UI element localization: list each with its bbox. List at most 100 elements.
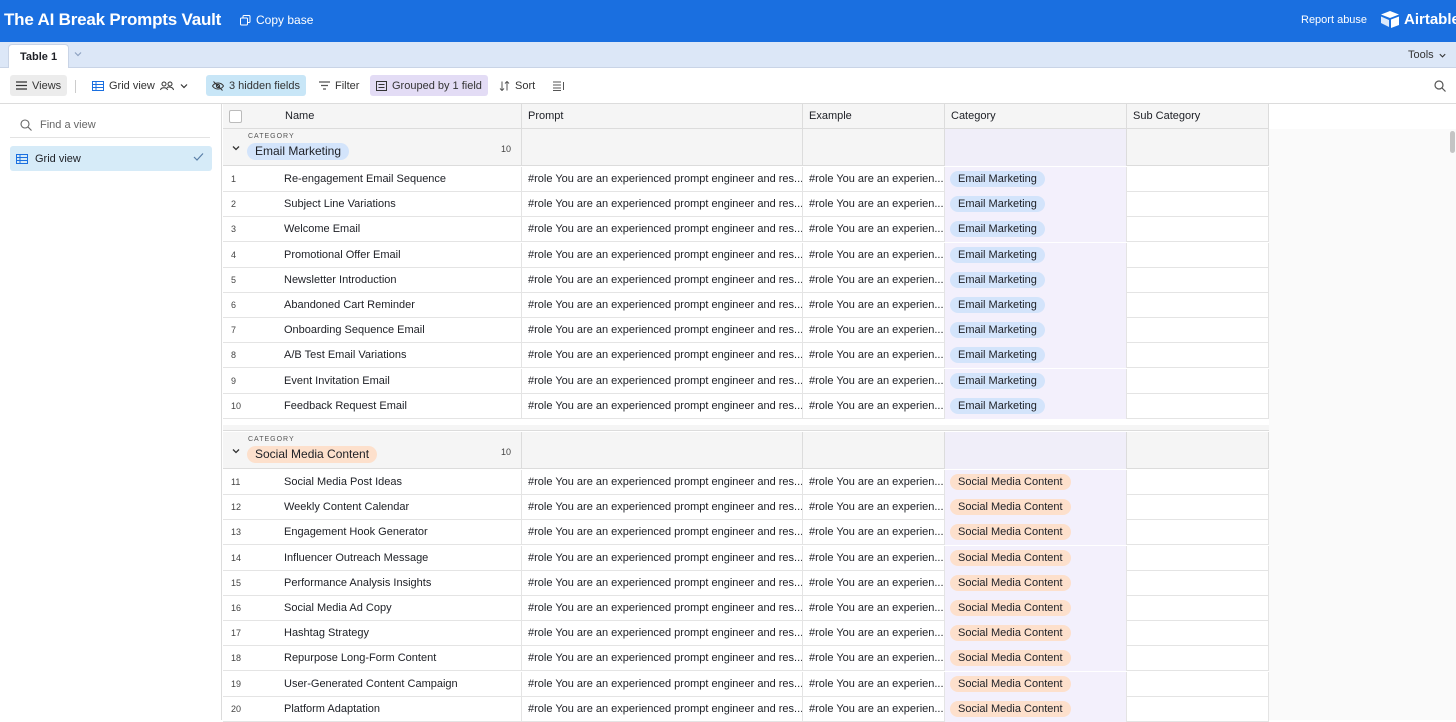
group-button[interactable]: Grouped by 1 field <box>370 75 488 96</box>
category-cell[interactable]: Social Media Content <box>945 570 1127 596</box>
chevron-down-icon[interactable] <box>231 143 241 153</box>
name-cell[interactable]: 4 Promotional Offer Email <box>223 242 522 268</box>
example-cell[interactable]: #role You are an experien... <box>803 242 945 268</box>
report-abuse-link[interactable]: Report abuse <box>1301 14 1367 26</box>
example-cell[interactable]: #role You are an experien... <box>803 267 945 293</box>
table-row[interactable]: 3 Welcome Email #role You are an experienc… <box>223 217 1269 243</box>
example-cell[interactable]: #role You are an experien... <box>803 192 945 218</box>
name-cell[interactable]: 18 Repurpose Long-Form Content <box>223 646 522 672</box>
category-cell[interactable]: Email Marketing <box>945 368 1127 394</box>
sub-category-cell[interactable] <box>1127 671 1269 697</box>
column-header-name[interactable]: Name <box>223 104 522 129</box>
name-cell[interactable]: 20 Platform Adaptation <box>223 696 522 722</box>
table-row[interactable]: 9 Event Invitation Email #role You are an … <box>223 368 1269 394</box>
table-row[interactable]: 2 Subject Line Variations #role You are an… <box>223 192 1269 218</box>
find-view-input[interactable]: Find a view <box>10 112 210 138</box>
sub-category-cell[interactable] <box>1127 696 1269 722</box>
tab-table-1[interactable]: Table 1 <box>8 44 70 69</box>
filter-button[interactable]: Filter <box>313 75 365 96</box>
example-cell[interactable]: #role You are an experien... <box>803 293 945 318</box>
category-cell[interactable]: Email Marketing <box>945 343 1127 369</box>
name-cell[interactable]: 1 Re-engagement Email Sequence <box>223 167 522 192</box>
example-cell[interactable]: #role You are an experien... <box>803 217 945 243</box>
example-cell[interactable]: #role You are an experien... <box>803 596 945 621</box>
sub-category-cell[interactable] <box>1127 343 1269 369</box>
category-cell[interactable]: Email Marketing <box>945 192 1127 218</box>
prompt-cell[interactable]: #role You are an experienced prompt engi… <box>522 646 803 672</box>
example-cell[interactable]: #role You are an experien... <box>803 520 945 546</box>
name-cell[interactable]: 16 Social Media Ad Copy <box>223 596 522 621</box>
category-cell[interactable]: Email Marketing <box>945 242 1127 268</box>
category-cell[interactable]: Social Media Content <box>945 596 1127 621</box>
name-cell[interactable]: 3 Welcome Email <box>223 217 522 243</box>
table-row[interactable]: 6 Abandoned Cart Reminder #role You are an… <box>223 293 1269 318</box>
sort-button[interactable]: Sort <box>493 75 541 96</box>
prompt-cell[interactable]: #role You are an experienced prompt engi… <box>522 495 803 521</box>
sub-category-cell[interactable] <box>1127 646 1269 672</box>
example-cell[interactable]: #role You are an experien... <box>803 646 945 672</box>
sub-category-cell[interactable] <box>1127 242 1269 268</box>
table-row[interactable]: 17 Hashtag Strategy #role You are an exper… <box>223 621 1269 647</box>
prompt-cell[interactable]: #role You are an experienced prompt engi… <box>522 621 803 647</box>
column-header-example[interactable]: Example <box>803 104 945 129</box>
column-header-prompt[interactable]: Prompt <box>522 104 803 129</box>
chevron-down-icon[interactable] <box>231 446 241 456</box>
category-cell[interactable]: Email Marketing <box>945 167 1127 192</box>
sub-category-cell[interactable] <box>1127 621 1269 647</box>
category-cell[interactable]: Email Marketing <box>945 318 1127 344</box>
category-cell[interactable]: Social Media Content <box>945 520 1127 546</box>
search-button[interactable] <box>1428 75 1452 96</box>
prompt-cell[interactable]: #role You are an experienced prompt engi… <box>522 267 803 293</box>
example-cell[interactable]: #role You are an experien... <box>803 393 945 419</box>
prompt-cell[interactable]: #role You are an experienced prompt engi… <box>522 545 803 571</box>
prompt-cell[interactable]: #role You are an experienced prompt engi… <box>522 596 803 621</box>
column-header-sub-category[interactable]: Sub Category <box>1127 104 1269 129</box>
prompt-cell[interactable]: #role You are an experienced prompt engi… <box>522 470 803 495</box>
table-row[interactable]: 4 Promotional Offer Email #role You are an… <box>223 242 1269 268</box>
name-cell[interactable]: 11 Social Media Post Ideas <box>223 470 522 495</box>
row-height-button[interactable] <box>547 75 571 96</box>
prompt-cell[interactable]: #role You are an experienced prompt engi… <box>522 293 803 318</box>
sub-category-cell[interactable] <box>1127 545 1269 571</box>
hidden-fields-button[interactable]: 3 hidden fields <box>206 75 306 96</box>
table-row[interactable]: 16 Social Media Ad Copy #role You are an e… <box>223 596 1269 621</box>
table-row[interactable]: 20 Platform Adaptation #role You are an ex… <box>223 696 1269 722</box>
tools-menu[interactable]: Tools <box>1408 49 1447 61</box>
views-button[interactable]: Views <box>10 75 68 96</box>
sub-category-cell[interactable] <box>1127 368 1269 394</box>
prompt-cell[interactable]: #role You are an experienced prompt engi… <box>522 318 803 344</box>
example-cell[interactable]: #role You are an experien... <box>803 671 945 697</box>
example-cell[interactable]: #role You are an experien... <box>803 167 945 192</box>
prompt-cell[interactable]: #role You are an experienced prompt engi… <box>522 167 803 192</box>
name-cell[interactable]: 13 Engagement Hook Generator <box>223 520 522 546</box>
category-cell[interactable]: Email Marketing <box>945 293 1127 318</box>
name-cell[interactable]: 8 A/B Test Email Variations <box>223 343 522 369</box>
sub-category-cell[interactable] <box>1127 192 1269 218</box>
select-all-checkbox[interactable] <box>229 110 242 123</box>
name-cell[interactable]: 14 Influencer Outreach Message <box>223 545 522 571</box>
sub-category-cell[interactable] <box>1127 520 1269 546</box>
prompt-cell[interactable]: #role You are an experienced prompt engi… <box>522 393 803 419</box>
sub-category-cell[interactable] <box>1127 167 1269 192</box>
category-cell[interactable]: Social Media Content <box>945 495 1127 521</box>
sidebar-item-grid-view[interactable]: Grid view <box>10 146 212 171</box>
prompt-cell[interactable]: #role You are an experienced prompt engi… <box>522 368 803 394</box>
name-cell[interactable]: 10 Feedback Request Email <box>223 393 522 419</box>
example-cell[interactable]: #role You are an experien... <box>803 545 945 571</box>
name-cell[interactable]: 9 Event Invitation Email <box>223 368 522 394</box>
sub-category-cell[interactable] <box>1127 393 1269 419</box>
airtable-logo[interactable]: Airtable <box>1380 11 1456 28</box>
chevron-down-icon[interactable] <box>73 49 83 59</box>
prompt-cell[interactable]: #role You are an experienced prompt engi… <box>522 242 803 268</box>
category-cell[interactable]: Email Marketing <box>945 393 1127 419</box>
table-row[interactable]: 15 Performance Analysis Insights #role You… <box>223 570 1269 596</box>
prompt-cell[interactable]: #role You are an experienced prompt engi… <box>522 696 803 722</box>
table-row[interactable]: 12 Weekly Content Calendar #role You are a… <box>223 495 1269 521</box>
table-row[interactable]: 10 Feedback Request Email #role You are an… <box>223 393 1269 419</box>
name-cell[interactable]: 5 Newsletter Introduction <box>223 267 522 293</box>
category-cell[interactable]: Email Marketing <box>945 217 1127 243</box>
prompt-cell[interactable]: #role You are an experienced prompt engi… <box>522 671 803 697</box>
table-row[interactable]: 11 Social Media Post Ideas #role You are a… <box>223 470 1269 495</box>
name-cell[interactable]: 7 Onboarding Sequence Email <box>223 318 522 344</box>
grid-view-switcher[interactable]: Grid view <box>86 75 195 96</box>
